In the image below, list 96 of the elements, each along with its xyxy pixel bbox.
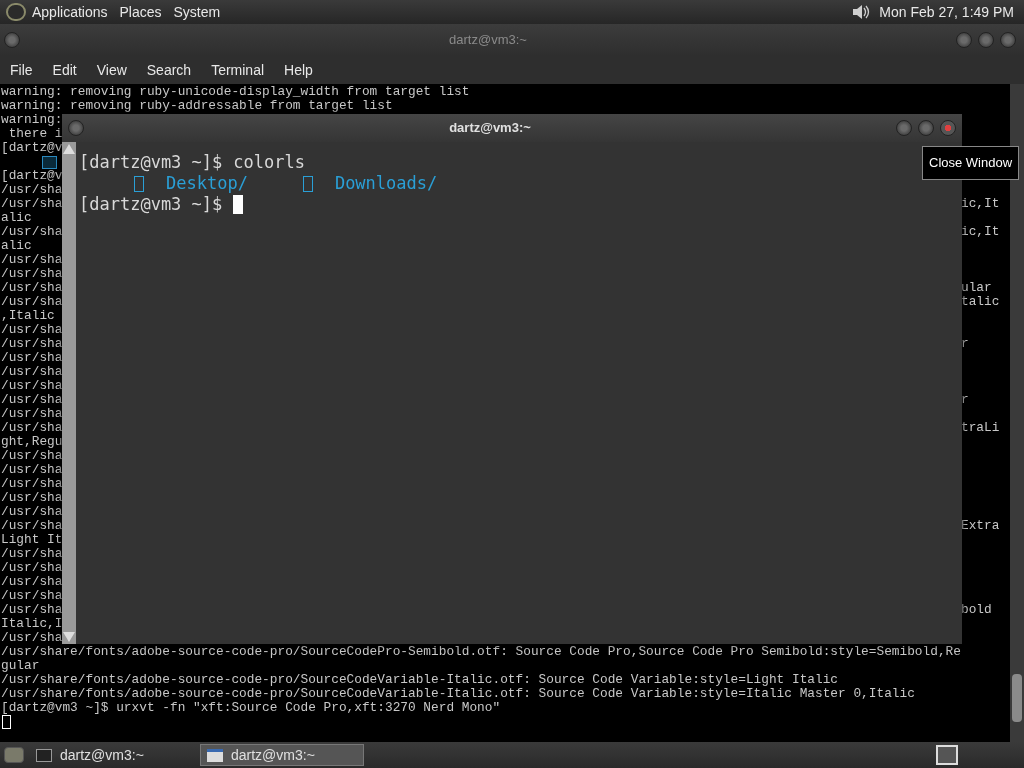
terminal-line: /usr/sha — [0, 253, 63, 267]
terminal-line: /usr/sha — [0, 337, 63, 351]
terminal-line: /usr/sha — [0, 351, 63, 365]
terminal-line: warning: removing ruby-unicode-display_width from target list — [0, 85, 470, 99]
window-menu-icon[interactable] — [4, 32, 20, 48]
terminal-line: ular — [961, 281, 992, 295]
terminal-line: ,Italic — [0, 309, 55, 323]
terminal-line: alic — [0, 211, 32, 225]
scrollbar[interactable] — [1010, 84, 1024, 742]
menu-item[interactable]: Search — [146, 59, 192, 81]
terminal-line: [dartz@v — [0, 169, 63, 183]
terminal-line: /usr/sha — [0, 631, 63, 645]
terminal-line: /usr/sha — [0, 575, 63, 589]
terminal-line: [dartz@vm3 ~]$ urxvt -fn "xft:Source Code Pro,xft:3270 Nerd Mono" — [0, 701, 501, 715]
glyph-box-icon — [42, 155, 57, 169]
terminal-line: /usr/sha — [0, 183, 63, 197]
close-button[interactable] — [1000, 32, 1016, 48]
speaker-icon[interactable] — [851, 3, 872, 21]
terminal-line: /usr/sha — [0, 379, 63, 393]
cursor — [2, 715, 11, 729]
terminal-line: ic,It — [961, 225, 1000, 239]
terminal-line: alic — [0, 239, 32, 253]
glyph-box-icon — [134, 175, 144, 192]
terminal-line: /usr/sha — [0, 519, 63, 533]
prompt: [dartz@vm3 ~]$ — [79, 152, 223, 173]
terminal-line: /usr/sha — [0, 281, 63, 295]
maximize-button[interactable] — [978, 32, 994, 48]
terminal-line: /usr/sha — [0, 463, 63, 477]
menu-item[interactable]: File — [10, 59, 33, 81]
terminal-line: /usr/sha — [0, 421, 63, 435]
terminal-line: warning: removing ruby-addressable from target list — [0, 99, 393, 113]
terminal-line: /usr/sha — [0, 365, 63, 379]
window-icon — [207, 748, 223, 762]
terminal-line: talic — [961, 295, 1000, 309]
task-button[interactable]: dartz@vm3:~ — [200, 744, 364, 766]
terminal-line: /usr/sha — [0, 323, 63, 337]
terminal-line: /usr/sha — [0, 491, 63, 505]
terminal-line: /usr/sha — [0, 477, 63, 491]
clock[interactable]: Mon Feb 27, 1:49 PM — [879, 1, 1014, 23]
terminal-line: /usr/share/fonts/adobe-source-code-pro/SourceCodeVariable-Italic.otf: Source Code Variable:style=Italic Master 0,Italic — [0, 687, 915, 701]
terminal-line: gular — [0, 659, 40, 673]
panel-menu[interactable]: Applications — [32, 1, 108, 23]
minimize-button[interactable] — [956, 32, 972, 48]
terminal-line: /usr/share/fonts/adobe-source-code-pro/SourceCodeVariable-Italic.otf: Source Code Variable:style=Light Italic — [0, 673, 839, 687]
terminal-line: warning: — [0, 113, 63, 127]
terminal-line: /usr/sha — [0, 505, 63, 519]
window-title: dartz@vm3:~ — [448, 31, 528, 50]
panel-menu[interactable]: Places — [119, 1, 162, 23]
window-menu-icon[interactable] — [68, 120, 84, 136]
terminal-line: /usr/sha — [0, 407, 63, 421]
terminal-icon — [36, 748, 52, 762]
terminal-line: /usr/sha — [0, 295, 63, 309]
terminal-line: /usr/sha — [0, 267, 63, 281]
prompt: [dartz@vm3 ~]$ — [79, 194, 223, 215]
window-title: dartz@vm3:~ — [448, 119, 532, 138]
maximize-button[interactable] — [918, 120, 934, 136]
terminal-line: /usr/sha — [0, 547, 63, 561]
terminal-line: /usr/sha — [0, 589, 63, 603]
terminal-line: /usr/sha — [0, 561, 63, 575]
menu-item[interactable]: View — [96, 59, 127, 81]
terminal-line: /usr/sha — [0, 393, 63, 407]
up-arrow-icon[interactable] — [63, 144, 75, 154]
terminal-line: /usr/sha — [0, 197, 63, 211]
menu-item[interactable]: Terminal — [211, 59, 265, 81]
terminal-line: /usr/sha — [0, 449, 63, 463]
terminal-line: bold — [961, 603, 992, 617]
tooltip: Close Window — [922, 146, 1020, 180]
terminal-line: there i — [7, 127, 63, 141]
terminal-line: r — [961, 393, 969, 407]
scrollbar[interactable] — [62, 142, 76, 644]
close-button[interactable] — [940, 120, 956, 136]
menu-item[interactable]: Edit — [52, 59, 77, 81]
task-button[interactable]: dartz@vm3:~ — [30, 744, 194, 766]
cursor — [233, 195, 244, 214]
panel-menu[interactable]: System — [173, 1, 221, 23]
terminal-line: ic,It — [961, 197, 1000, 211]
terminal-line: [dartz@v — [0, 141, 63, 155]
workspace-switcher[interactable] — [936, 745, 958, 765]
terminal-line: /usr/share/fonts/adobe-source-code-pro/SourceCodePro-Semibold.otf: Source Code Pro,Source Code Pro Semibold:style=Semibold,Re — [0, 645, 961, 659]
down-arrow-icon[interactable] — [63, 632, 75, 642]
command-text: colorls — [233, 152, 305, 173]
terminal-line: traLi — [961, 421, 1000, 435]
terminal-line: Light It — [0, 533, 63, 547]
terminal-line: Extra — [961, 519, 1000, 533]
directory-name: Desktop/ — [166, 173, 248, 194]
terminal-line: Italic,I — [0, 617, 63, 631]
menu-item[interactable]: Help — [284, 59, 313, 81]
terminal-line: /usr/sha — [0, 225, 63, 239]
glyph-box-icon — [302, 175, 313, 192]
terminal-line: ght,Regu — [0, 435, 63, 449]
desktop-icon[interactable] — [4, 747, 24, 763]
logo-icon — [6, 3, 26, 21]
terminal-line: r — [961, 337, 969, 351]
minimize-button[interactable] — [896, 120, 912, 136]
terminal-line: /usr/sha — [0, 603, 63, 617]
directory-name: Downloads/ — [334, 173, 438, 194]
